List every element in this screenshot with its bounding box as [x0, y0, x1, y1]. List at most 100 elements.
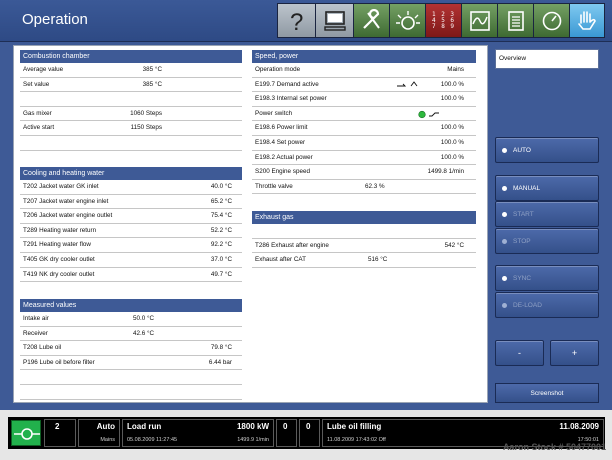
row-label: T291 Heating water flow: [23, 241, 91, 249]
indicator-icon: [502, 185, 507, 191]
row-value: 385 °C: [142, 80, 162, 88]
row-label: Set value: [23, 80, 50, 88]
manual-button[interactable]: MANUAL: [495, 175, 599, 201]
mode-value: Auto: [96, 422, 115, 431]
overview-field[interactable]: Overview: [495, 49, 599, 69]
table-row: E198.4 Set power 100.0 %: [252, 136, 476, 151]
stop-button[interactable]: STOP: [495, 228, 599, 254]
table-row: T291 Heating water flow 92.2 °C: [20, 238, 242, 253]
row-label: T202 Jacket water GK inlet: [23, 183, 99, 190]
table-row: Power switch: [252, 107, 476, 122]
indicator-icon: [502, 211, 507, 217]
row-label: T286 Exhaust after engine: [255, 241, 329, 249]
row-value: 37.0 °C: [210, 255, 232, 263]
count-value: 2: [55, 422, 60, 431]
row-value: 100.0 %: [440, 80, 464, 88]
watermark: Aaron Stock # 50477001: [502, 442, 606, 452]
table-row: [20, 92, 242, 107]
help-icon: ?: [290, 9, 303, 34]
monitor-button[interactable]: [315, 3, 353, 38]
message-sub: 11.08.2009 17:43:02 Off: [327, 437, 386, 443]
row-mid-value: 62.3 %: [365, 182, 385, 190]
screenshot-button[interactable]: Screenshot: [495, 383, 599, 403]
indicator-icon: [502, 275, 507, 281]
app-window: Operation ? 1 2 3 4 5 6 7 8 9 Combustion…: [0, 0, 612, 460]
table-row: T202 Jacket water GK inlet 40.0 °C: [20, 180, 242, 195]
table-row: E198.6 Power limit 100.0 %: [252, 121, 476, 136]
table-row: T405 GK dry cooler outlet 37.0 °C: [20, 253, 242, 268]
table-row: Average value 385 °C: [20, 63, 242, 78]
table-row: Operation mode Mains: [252, 63, 476, 78]
row-label: E198.4 Set power: [255, 138, 306, 146]
row-label: Average value: [23, 66, 64, 73]
row-value: 385 °C: [142, 66, 162, 73]
gauge-button[interactable]: [533, 3, 569, 38]
row-value: Mains: [447, 66, 464, 73]
section-title: Exhaust gas: [252, 211, 476, 224]
keypad-button[interactable]: 1 2 3 4 5 6 7 8 9: [425, 3, 461, 38]
table-row: [20, 385, 242, 400]
table-row: Gas mixer 1060 Steps: [20, 107, 242, 122]
breaker-closed-icon[interactable]: [11, 420, 41, 446]
auto-label: AUTO: [513, 146, 531, 154]
row-value: 65.2 °C: [210, 197, 232, 205]
row-label: T206 Jacket water engine outlet: [23, 212, 113, 220]
row-value: 52.2 °C: [210, 226, 232, 234]
row-label: T208 Lube oil: [23, 344, 62, 352]
table-row: [20, 136, 242, 151]
trend-button[interactable]: [461, 3, 497, 38]
row-label: S200 Engine speed: [255, 168, 310, 176]
row-value: 40.0 °C: [210, 183, 232, 190]
lamp-button[interactable]: [389, 3, 425, 38]
table-row: Receiver 42.6 °C: [20, 327, 242, 342]
start-button[interactable]: START: [495, 201, 599, 227]
svg-text:?: ?: [290, 9, 303, 34]
sync-button[interactable]: SYNC: [495, 265, 599, 291]
header-bar: Operation ? 1 2 3 4 5 6 7 8 9: [0, 0, 612, 42]
row-value: 1499.8 1/min: [427, 168, 464, 176]
plus-button[interactable]: +: [550, 340, 599, 366]
row-label: Active start: [23, 124, 55, 132]
power-sub: 1499.9 1/min: [237, 437, 269, 443]
table-row: T207 Jacket water engine inlet 65.2 °C: [20, 195, 242, 210]
lamp-icon: [395, 10, 420, 30]
row-value: 100.0 %: [440, 124, 464, 132]
row-value: 1150 Steps: [130, 124, 162, 132]
tools-icon: [362, 8, 380, 29]
table-row: T206 Jacket water engine outlet 75.4 °C: [20, 209, 242, 224]
sync-label: SYNC: [513, 274, 532, 282]
row-value: 6.44 bar: [208, 358, 232, 366]
row-mid-value: 42.6 °C: [133, 329, 155, 337]
row-label: Intake air: [23, 315, 49, 322]
count3-value: 0: [306, 422, 311, 431]
row-label: T207 Jacket water engine inlet: [23, 197, 109, 205]
help-button[interactable]: ?: [277, 3, 315, 38]
row-label: Operation mode: [255, 66, 301, 73]
section-title: Cooling and heating water: [20, 167, 242, 180]
report-icon: [507, 10, 524, 31]
keypad-row: 7 8 9: [431, 22, 456, 30]
hand-icon: [578, 10, 596, 30]
row-label: Power switch: [255, 109, 293, 117]
indicator-icon: [502, 147, 507, 153]
hand-button[interactable]: [569, 3, 605, 38]
row-value: 100.0 %: [440, 138, 464, 146]
row-mid-value: 50.0 °C: [133, 315, 155, 322]
deload-button[interactable]: DE-LOAD: [495, 292, 599, 318]
row-label: E199.7 Demand active: [255, 80, 319, 88]
table-row: [20, 370, 242, 385]
main-panel: Combustion chamber Average value 385 °C Se…: [13, 45, 488, 403]
date-value: 11.08.2009: [559, 422, 599, 431]
auto-button[interactable]: AUTO: [495, 137, 599, 163]
table-row: T289 Heating water return 52.2 °C: [20, 224, 242, 239]
table-row: T286 Exhaust after engine 542 °C: [252, 239, 476, 254]
row-label: E198.3 Internal set power: [255, 95, 327, 103]
minus-button[interactable]: -: [495, 340, 544, 366]
table-row: E198.2 Actual power 100.0 %: [252, 151, 476, 166]
tools-button[interactable]: [353, 3, 389, 38]
measured-section: Measured values Intake air 50.0 °C Receive…: [20, 299, 242, 400]
table-row: Set value 385 °C: [20, 78, 242, 93]
report-button[interactable]: [497, 3, 533, 38]
table-row: Exhaust after CAT 516 °C: [252, 253, 476, 268]
table-row: T419 NK dry cooler outlet 49.7 °C: [20, 268, 242, 283]
